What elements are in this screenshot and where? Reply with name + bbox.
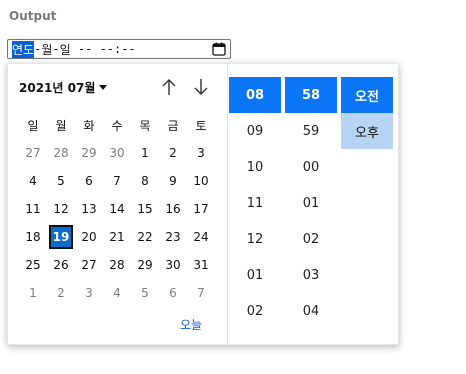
calendar-day[interactable]: 10 [187,167,215,195]
separator [71,42,78,56]
month-segment[interactable]: 월 [41,41,52,58]
next-month-button[interactable] [190,76,212,98]
calendar-day[interactable]: 2 [159,139,187,167]
calendar-panel: 2021년 07월 일 월 화 수 목 금 토 27 28 29 30 1 2 3 4 5 6 7 8 9 10 11 12… [8,64,227,344]
hours-option[interactable]: 02 [229,293,281,329]
calendar-day[interactable]: 28 [103,251,131,279]
calendar-day[interactable]: 6 [75,167,103,195]
hours-option[interactable]: 12 [229,221,281,257]
calendar-day[interactable]: 4 [103,279,131,307]
separator: - [34,42,42,56]
ampm-option[interactable]: 오후 [341,113,393,149]
calendar-day[interactable]: 29 [75,139,103,167]
day-segment[interactable]: 일 [60,41,71,58]
panel-divider [227,64,228,344]
year-segment[interactable]: 연도 [12,40,35,58]
minutes-option[interactable]: 00 [285,149,337,185]
calendar-grid: 일 월 화 수 목 금 토 27 28 29 30 1 2 3 4 5 6 7 8 9 10 11 12 13 14 15 16 17… [19,111,225,307]
minutes-column[interactable]: 58 59 00 01 02 03 04 [285,77,337,329]
separator: - [52,42,60,56]
minutes-option[interactable]: 03 [285,257,337,293]
caret-down-icon [99,80,108,94]
hour-segment[interactable]: -- [100,42,114,56]
calendar-day[interactable]: 15 [131,195,159,223]
calendar-day[interactable]: 25 [19,251,47,279]
hours-option[interactable]: 11 [229,185,281,221]
calendar-day[interactable]: 28 [47,139,75,167]
calendar-day[interactable]: 11 [19,195,47,223]
calendar-day[interactable]: 8 [131,167,159,195]
ampm-segment[interactable]: -- [78,42,92,56]
minutes-option[interactable]: 02 [285,221,337,257]
previous-month-button[interactable] [158,76,180,98]
calendar-day[interactable]: 3 [187,139,215,167]
ampm-option[interactable]: 오전 [341,77,393,113]
hours-column[interactable]: 08 09 10 11 12 01 02 [229,77,281,329]
calendar-day[interactable]: 1 [19,279,47,307]
calendar-icon[interactable] [212,42,226,56]
weekday-header: 토 [195,118,207,133]
calendar-day[interactable]: 5 [131,279,159,307]
datetime-picker-popup: 2021년 07월 일 월 화 수 목 금 토 27 28 29 30 1 2 3 4 5 6 7 8 9 10 11 12… [7,63,399,345]
arrow-down-icon [194,79,208,95]
calendar-day[interactable]: 24 [187,223,215,251]
calendar-day[interactable]: 14 [103,195,131,223]
calendar-day[interactable]: 22 [131,223,159,251]
minutes-option[interactable]: 01 [285,185,337,221]
hours-option[interactable]: 08 [229,77,281,113]
ampm-column[interactable]: 오전 오후 [341,77,393,149]
calendar-day[interactable]: 13 [75,195,103,223]
calendar-day[interactable]: 30 [103,139,131,167]
separator: : [114,42,122,56]
weekday-header: 금 [167,118,179,133]
hours-option[interactable]: 10 [229,149,281,185]
calendar-day[interactable]: 5 [47,167,75,195]
calendar-day[interactable]: 27 [75,251,103,279]
hours-option[interactable]: 01 [229,257,281,293]
minute-segment[interactable]: -- [121,42,135,56]
calendar-day[interactable]: 9 [159,167,187,195]
separator [92,42,99,56]
today-button[interactable]: 오늘 [180,316,202,333]
calendar-day[interactable]: 18 [19,223,47,251]
minutes-option[interactable]: 04 [285,293,337,329]
datetime-input[interactable]: 연도 - 월 - 일 -- -- : -- [7,39,231,59]
weekday-header: 월 [55,118,67,133]
calendar-day[interactable]: 12 [47,195,75,223]
calendar-day[interactable]: 23 [159,223,187,251]
calendar-day[interactable]: 7 [187,279,215,307]
weekday-header: 일 [27,118,39,133]
calendar-day[interactable]: 30 [159,251,187,279]
calendar-day[interactable]: 1 [131,139,159,167]
minutes-option[interactable]: 59 [285,113,337,149]
weekday-header: 수 [111,118,123,133]
weekday-header: 화 [83,118,95,133]
arrow-up-icon [162,79,176,95]
calendar-day-selected[interactable]: 19 [49,225,73,249]
calendar-day[interactable]: 7 [103,167,131,195]
calendar-day[interactable]: 4 [19,167,47,195]
month-label: 2021년 07월 [19,80,96,95]
calendar-day[interactable]: 29 [131,251,159,279]
calendar-day[interactable]: 27 [19,139,47,167]
calendar-day[interactable]: 21 [103,223,131,251]
month-year-selector[interactable]: 2021년 07월 [19,78,108,96]
calendar-day[interactable]: 26 [47,251,75,279]
calendar-day[interactable]: 16 [159,195,187,223]
minutes-option[interactable]: 58 [285,77,337,113]
calendar-day[interactable]: 31 [187,251,215,279]
calendar-day[interactable]: 6 [159,279,187,307]
section-title: Output [9,9,57,23]
weekday-header: 목 [139,118,151,133]
calendar-day[interactable]: 17 [187,195,215,223]
calendar-day[interactable]: 2 [47,279,75,307]
calendar-day[interactable]: 20 [75,223,103,251]
calendar-day[interactable]: 3 [75,279,103,307]
hours-option[interactable]: 09 [229,113,281,149]
